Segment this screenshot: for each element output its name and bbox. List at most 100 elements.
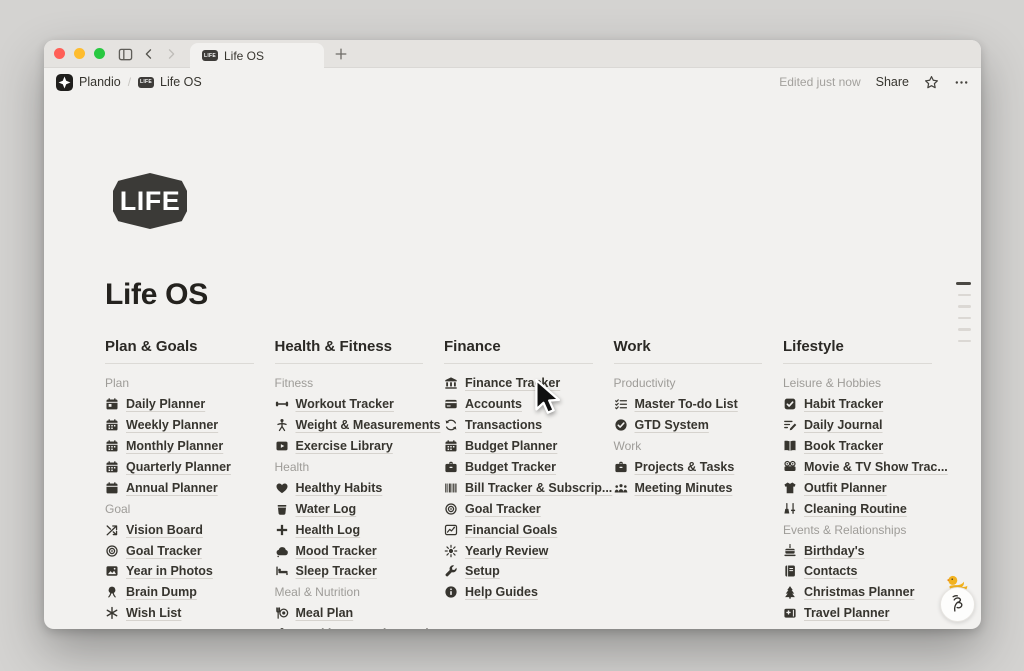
barcode-icon — [444, 481, 458, 495]
page-link[interactable]: Accounts — [444, 397, 522, 411]
page-link[interactable]: Mood Tracker — [275, 544, 377, 558]
breadcrumb-page-title: Life OS — [160, 75, 202, 89]
page-link[interactable]: Bill Tracker & Subscrip... — [444, 481, 612, 495]
page-link[interactable]: Monthly Planner — [105, 439, 223, 453]
breadcrumb: Plandio / LIFE Life OS — [56, 74, 202, 91]
page-link[interactable]: Movie & TV Show Trac... — [783, 460, 948, 474]
toc-dash[interactable] — [958, 294, 971, 297]
item-row: Sleep Tracker — [275, 561, 424, 582]
page-link[interactable]: Help Guides — [444, 585, 538, 599]
toc-dash-active[interactable] — [956, 282, 971, 285]
section-label: Fitness — [275, 376, 314, 390]
section-label: Work — [614, 439, 642, 453]
page-link[interactable]: Birthday's — [783, 544, 865, 558]
section-row: Health — [275, 457, 424, 478]
page-link[interactable]: Book Tracker — [783, 439, 883, 453]
page-link[interactable]: Budget Planner — [444, 439, 557, 453]
item-row: Goal Tracker — [105, 540, 254, 561]
page-link[interactable]: Brain Dump — [105, 585, 197, 599]
toc-dash[interactable] — [958, 340, 971, 343]
page-link[interactable]: Habit Tracker — [783, 397, 883, 411]
page-title[interactable]: Life OS — [105, 277, 208, 313]
bank-icon — [444, 376, 458, 390]
forward-icon[interactable] — [162, 45, 180, 63]
category-column: Lifestyle Leisure & Hobbies Habit Tracke… — [783, 337, 932, 629]
toc-dash[interactable] — [958, 305, 971, 308]
page-link[interactable]: Cleaning Routine — [783, 502, 907, 516]
sidebar-toggle-icon[interactable] — [116, 45, 134, 63]
travel-icon — [783, 606, 797, 620]
back-icon[interactable] — [140, 45, 158, 63]
tab-life-os[interactable]: LIFE Life OS — [190, 43, 324, 68]
page-link[interactable]: Weekly Planner — [105, 418, 218, 432]
page-link[interactable]: Goal Tracker — [444, 502, 541, 516]
calendar-icon — [105, 418, 119, 432]
item-row: Transactions — [444, 415, 593, 436]
calendar-icon — [105, 439, 119, 453]
item-row: Weekly Groceries & Kit — [275, 624, 424, 629]
page-link[interactable]: Financial Goals — [444, 523, 557, 537]
page-link[interactable]: GTD System — [614, 418, 709, 432]
page-link[interactable]: Daily Journal — [783, 418, 883, 432]
page-link[interactable]: Christmas Planner — [783, 585, 914, 599]
page-link[interactable]: Health Log — [275, 523, 361, 537]
share-button[interactable]: Share — [876, 75, 909, 89]
tree-icon — [783, 585, 797, 599]
section-row: Work — [614, 436, 763, 457]
page-link[interactable]: Workout Tracker — [275, 397, 394, 411]
close-window-button[interactable] — [54, 48, 65, 59]
page-link[interactable]: Weight & Measurements — [275, 418, 441, 432]
brain-icon — [105, 585, 119, 599]
plandio-logo-icon — [56, 74, 73, 91]
sun-icon — [444, 544, 458, 558]
page-link[interactable]: Water Log — [275, 502, 357, 516]
page-link[interactable]: Travel Planner — [783, 606, 889, 620]
workspace-switcher[interactable]: Plandio — [56, 74, 121, 91]
page-link[interactable]: Vision Board — [105, 523, 203, 537]
page-link[interactable]: Outfit Planner — [783, 481, 887, 495]
star-icon[interactable] — [924, 75, 939, 90]
table-of-contents-rail[interactable] — [949, 282, 971, 351]
page-link[interactable]: Master To-do List — [614, 397, 738, 411]
item-row: Daily Journal — [783, 415, 932, 436]
page-link[interactable]: Meal Plan — [275, 606, 354, 620]
scribble-fab-button[interactable] — [940, 587, 975, 622]
page-link[interactable]: Meeting Minutes — [614, 481, 733, 495]
page-link[interactable]: Healthy Habits — [275, 481, 383, 495]
page-link[interactable]: Quarterly Planner — [105, 460, 231, 474]
section-label: Health — [275, 460, 310, 474]
page-link[interactable]: Transactions — [444, 418, 542, 432]
page-link[interactable]: Contacts — [783, 564, 857, 578]
page-link[interactable]: Setup — [444, 564, 500, 578]
page-link[interactable]: Budget Tracker — [444, 460, 556, 474]
section-label: Plan — [105, 376, 129, 390]
page-link[interactable]: Goal Tracker — [105, 544, 202, 558]
item-row: Wish List — [105, 603, 254, 624]
toc-dash[interactable] — [958, 328, 971, 331]
edited-timestamp: Edited just now — [779, 75, 860, 89]
page-link[interactable]: Annual Planner — [105, 481, 218, 495]
more-options-icon[interactable] — [954, 75, 969, 90]
item-row: Cleaning Routine — [783, 498, 932, 519]
wrench-icon — [444, 564, 458, 578]
page-link[interactable]: Projects & Tasks — [614, 460, 735, 474]
zoom-window-button[interactable] — [94, 48, 105, 59]
checklist-icon — [614, 397, 628, 411]
page-icon[interactable]: LIFE — [113, 173, 187, 229]
people-icon — [614, 481, 628, 495]
minimize-window-button[interactable] — [74, 48, 85, 59]
breadcrumb-page[interactable]: LIFE Life OS — [138, 75, 202, 89]
page-link[interactable]: Daily Planner — [105, 397, 205, 411]
page-link[interactable]: Yearly Review — [444, 544, 548, 558]
checkbox-icon — [783, 397, 797, 411]
page-link[interactable]: Wish List — [105, 606, 181, 620]
page-link[interactable]: Year in Photos — [105, 564, 213, 578]
item-row: Mood Tracker — [275, 540, 424, 561]
toc-dash[interactable] — [958, 317, 971, 320]
item-row: Bill Tracker & Subscrip... — [444, 477, 593, 498]
page-link[interactable]: Sleep Tracker — [275, 564, 377, 578]
toolbar: Plandio / LIFE Life OS Edited just now S… — [44, 68, 981, 96]
page-link[interactable]: Exercise Library — [275, 439, 393, 453]
new-tab-button[interactable] — [332, 45, 350, 63]
page-link[interactable]: Weekly Groceries & Kit — [275, 627, 433, 629]
